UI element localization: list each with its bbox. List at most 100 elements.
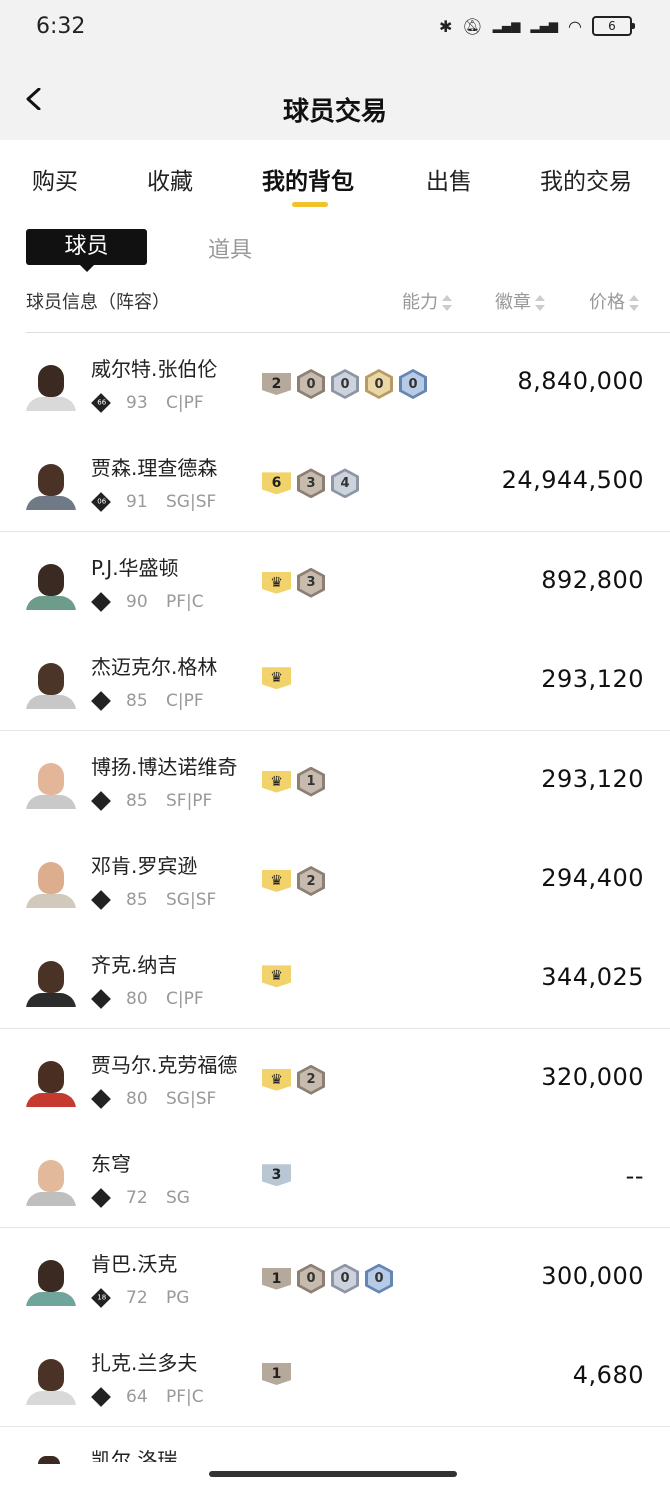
segment-players[interactable]: 球员 [26, 229, 147, 272]
tab-buy[interactable]: 购买 [32, 162, 78, 196]
player-row[interactable]: 东穹 72 SG 3 -- [0, 1128, 670, 1229]
badge-count: 0 [334, 1266, 356, 1291]
badge-hex: 0 [365, 369, 393, 399]
badge-count: 2 [300, 869, 322, 893]
player-row[interactable]: 邓肯.罗宾逊 85 SG|SF ♛ 2 294,400 [0, 830, 670, 930]
badge-hex: 0 [331, 369, 359, 399]
player-row[interactable]: 威尔特.张伯伦 66 93 C|PF 2 0 0 0 0 8,840,000 [0, 333, 670, 433]
tier-icon: 66 [91, 393, 111, 413]
player-name: P.J.华盛顿 [91, 555, 179, 580]
avatar [26, 957, 76, 1008]
price: 293,120 [541, 665, 644, 694]
avatar [26, 858, 76, 908]
overall-rating: 64 [126, 1387, 148, 1407]
price: 320,000 [541, 1062, 644, 1091]
status-time: 6:32 [36, 14, 86, 39]
home-indicator[interactable] [209, 1471, 457, 1477]
avatar [26, 361, 76, 411]
column-header-ability[interactable]: 能力 [402, 288, 452, 314]
player-name: 肯巴.沃克 [91, 1251, 178, 1276]
player-row[interactable]: 博扬.博达诺维奇 85 SF|PF ♛ 1 293,120 [0, 730, 670, 831]
overall-rating: 91 [126, 492, 148, 513]
mute-bell-icon: 🔕︎ [462, 16, 483, 36]
badge-count: 3 [300, 471, 322, 496]
avatar [26, 759, 76, 809]
tier-icon [91, 989, 111, 1010]
badge-group: ♛ 2 [262, 866, 325, 896]
overall-rating: 93 [126, 393, 148, 413]
badges-label: 徽章 [495, 292, 531, 313]
badge-count: 0 [334, 372, 356, 396]
badge-hex: 3 [297, 468, 325, 499]
avatar [26, 1057, 76, 1107]
player-row[interactable]: 贾马尔.克劳福德 80 SG|SF ♛ 2 320,000 [0, 1028, 670, 1129]
tier-icon [91, 890, 111, 910]
player-row[interactable]: 齐克.纳吉 80 C|PF ♛ 344,025 [0, 929, 670, 1030]
tab-my-trades[interactable]: 我的交易 [540, 162, 632, 196]
player-name: 贾马尔.克劳福德 [91, 1052, 238, 1077]
player-meta: 90 PF|C [91, 592, 204, 612]
avatar [26, 659, 76, 710]
position: C|PF [166, 989, 204, 1010]
badge-group: ♛ 2 [262, 1064, 325, 1095]
avatar [26, 1156, 76, 1207]
badge-group: 634 [262, 468, 359, 499]
column-header-price[interactable]: 价格 [589, 288, 639, 314]
segment-items[interactable]: 道具 [208, 232, 252, 264]
price-label: 价格 [589, 292, 625, 313]
tier-icon [91, 1088, 111, 1109]
tier-icon: 06 [91, 492, 111, 513]
badge-hex: 0 [297, 1263, 325, 1294]
level-badge: 2 [262, 373, 291, 395]
overall-rating: 90 [126, 591, 148, 612]
crown-badge: ♛ [262, 965, 291, 988]
tab-favorites[interactable]: 收藏 [147, 162, 193, 196]
badge-group: ♛ 1 [262, 766, 325, 797]
level-badge: 1 [262, 1267, 291, 1290]
player-row[interactable]: 杰迈克尔.格林 85 C|PF ♛ 293,120 [0, 631, 670, 732]
tier-icon [91, 1387, 111, 1407]
badge-group: ♛ [262, 667, 291, 690]
battery-icon: 6 [592, 16, 635, 36]
player-meta: 80 SG|SF [91, 1089, 216, 1109]
price: 293,120 [541, 764, 644, 793]
price: 8,840,000 [517, 367, 644, 395]
tier-icon [91, 591, 111, 612]
page-title: 球员交易 [282, 97, 387, 127]
badge-group: 1000 [262, 1263, 393, 1294]
crown-badge: ♛ [262, 1068, 291, 1091]
avatar [26, 460, 76, 511]
tier-icon: 18 [91, 1287, 111, 1308]
signal-icon-2: ▂▄▆ [530, 19, 559, 33]
price: 294,400 [541, 864, 644, 892]
badge-group: 20000 [262, 369, 427, 399]
column-header-badges[interactable]: 徽章 [495, 288, 545, 314]
player-row[interactable]: P.J.华盛顿 90 PF|C ♛ 3 892,800 [0, 531, 670, 632]
player-row[interactable]: 肯巴.沃克 18 72 PG 1 0 0 0 300,000 [0, 1227, 670, 1328]
player-meta: 06 91 SG|SF [91, 492, 216, 512]
player-name: 东穹 [91, 1152, 131, 1177]
position: SF|PF [166, 790, 213, 811]
sort-icon [535, 295, 545, 311]
tab-sell[interactable]: 出售 [426, 162, 472, 196]
position: SG|SF [166, 890, 217, 910]
badge-hex: 0 [399, 369, 427, 399]
player-row[interactable]: 扎克.兰多夫 64 PF|C 1 4,680 [0, 1327, 670, 1427]
player-row[interactable]: 贾森.理查德森 06 91 SG|SF 6 3 4 24,944,500 [0, 432, 670, 533]
badge-count: 0 [402, 372, 424, 396]
nav-bar: 球员交易 [0, 58, 670, 140]
tier-icon [91, 790, 111, 811]
player-name: 邓肯.罗宾逊 [91, 854, 198, 878]
player-name: 齐克.纳吉 [91, 953, 178, 978]
bluetooth-icon: ✱ [438, 16, 453, 36]
overall-rating: 85 [126, 890, 148, 910]
player-name: 扎克.兰多夫 [91, 1351, 198, 1375]
avatar [38, 1456, 60, 1464]
player-name: 威尔特.张伯伦 [91, 357, 218, 381]
player-meta: 72 SG [91, 1188, 190, 1208]
badge-hex: 2 [297, 866, 325, 896]
sort-icon [442, 295, 452, 311]
badge-count: 1 [300, 769, 322, 794]
tab-my-backpack[interactable]: 我的背包 [262, 162, 354, 196]
player-meta: 64 PF|C [91, 1387, 204, 1407]
